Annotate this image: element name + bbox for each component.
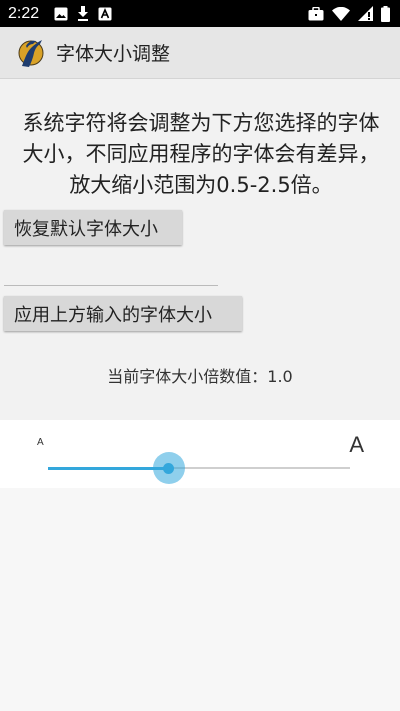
- wifi-icon: [332, 6, 350, 21]
- briefcase-icon: [308, 6, 324, 21]
- status-time: 2:22: [8, 4, 40, 22]
- slider-track-fill: [48, 466, 169, 470]
- font-size-slider-panel: A A: [0, 420, 400, 488]
- status-bar: 2:22: [0, 0, 400, 27]
- app-logo-icon: [16, 36, 46, 70]
- current-scale-text: 当前字体大小倍数值：1.0: [107, 367, 293, 386]
- battery-icon: [381, 5, 390, 22]
- download-icon: [77, 6, 89, 21]
- image-icon: [54, 7, 68, 21]
- slider-track[interactable]: [48, 466, 350, 470]
- large-a-label: A: [349, 432, 364, 457]
- empty-content-area: [0, 488, 400, 711]
- description-text: 系统字符将会调整为下方您选择的字体大小，不同应用程序的字体会有差异，放大缩小范围…: [22, 111, 380, 197]
- small-a-label: A: [37, 437, 44, 448]
- a-app-icon: [98, 7, 112, 21]
- app-bar: 字体大小调整: [0, 27, 400, 79]
- slider-thumb[interactable]: [163, 462, 175, 474]
- font-size-input[interactable]: [4, 254, 218, 286]
- app-title: 字体大小调整: [56, 43, 171, 65]
- signal-icon: [358, 6, 373, 21]
- reset-font-size-button[interactable]: 恢复默认字体大小: [4, 210, 182, 245]
- apply-font-size-button[interactable]: 应用上方输入的字体大小: [4, 296, 242, 331]
